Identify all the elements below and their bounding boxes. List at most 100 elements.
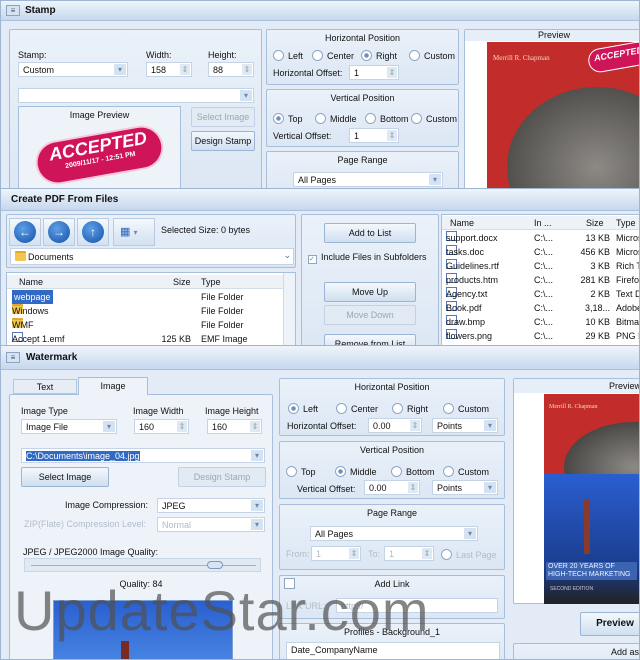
radio-left[interactable]: Left [273, 50, 303, 61]
quality-slider[interactable] [24, 558, 261, 572]
from-input[interactable]: 1 [311, 546, 361, 561]
image-height-input[interactable]: 160 [207, 419, 262, 434]
select-image-button[interactable]: Select Image [21, 467, 109, 487]
horizontal-position-group: Horizontal Position Left Center Right Cu… [279, 378, 505, 436]
window-menu-icon[interactable]: ≡ [6, 5, 20, 16]
window-menu-icon[interactable]: ≡ [6, 352, 20, 363]
book-cover-preview: Merrill R. Chapman ACCEPTED [487, 42, 639, 189]
bridge-tower [121, 641, 129, 659]
radio-right[interactable]: Right [392, 403, 428, 414]
radio-top[interactable]: Top [273, 113, 303, 124]
file-row[interactable]: Windows File Folder [7, 304, 295, 318]
stamp-path-input[interactable] [18, 88, 254, 103]
column-header-type[interactable]: Type [201, 275, 221, 289]
width-input[interactable]: 158 [146, 62, 192, 77]
radio-top[interactable]: Top [286, 466, 316, 477]
column-header-size[interactable]: Size [586, 216, 604, 230]
window-title: Create PDF From Files [11, 194, 119, 205]
radio-custom[interactable]: Custom [411, 113, 457, 124]
image-type-select[interactable]: Image File [21, 419, 117, 434]
radio-middle[interactable]: Middle [335, 466, 377, 477]
file-name: Agency.txt [446, 289, 488, 299]
column-header-in[interactable]: In ... [534, 216, 552, 230]
include-subfolders-checkbox[interactable]: ✓ Include Files in Subfolders [308, 252, 427, 264]
file-location: C:\... [534, 317, 554, 327]
group-title: Add as [610, 647, 639, 657]
list-row[interactable]: flowers.png C:\... 29 KB PNG In [442, 329, 639, 343]
watermark-title-bar: ≡ Watermark [1, 346, 639, 370]
file-size: 456 KB [580, 247, 610, 257]
file-type: Micros [616, 233, 640, 243]
design-stamp-button[interactable]: Design Stamp [191, 131, 255, 151]
file-name: Windows [12, 306, 49, 316]
list-row[interactable]: Agency.txt C:\... 2 KB Text D [442, 287, 639, 301]
horizontal-unit-select[interactable]: Points [432, 418, 498, 433]
horizontal-offset-input[interactable]: 0.00 [368, 418, 422, 433]
vertical-offset-label: Vertical Offset: [273, 131, 332, 141]
file-row[interactable]: Accept 1.emf 125 KB EMF Image [7, 332, 295, 346]
image-compression-select[interactable]: JPEG [157, 498, 265, 513]
tab-text[interactable]: Text [13, 379, 77, 394]
horizontal-offset-input[interactable]: 1 [349, 65, 399, 80]
profiles-list[interactable]: Date_CompanyName [286, 642, 500, 659]
file-list-scrollbar[interactable] [283, 273, 295, 347]
move-down-button[interactable]: Move Down [324, 305, 416, 325]
column-header-name[interactable]: Name [450, 216, 474, 230]
page-range-group: Page Range All Pages [266, 151, 459, 189]
folder-select[interactable]: Documents ⌄ [10, 248, 294, 265]
radio-bottom[interactable]: Bottom [391, 466, 435, 477]
select-image-button[interactable]: Select Image [191, 107, 255, 127]
checkbox-checked-icon: ✓ [308, 255, 317, 264]
preview-button[interactable]: Preview [580, 612, 639, 636]
vertical-offset-input[interactable]: 0.00 [364, 480, 420, 495]
move-up-button[interactable]: Move Up [324, 282, 416, 302]
radio-right[interactable]: Right [361, 50, 397, 61]
radio-custom[interactable]: Custom [409, 50, 455, 61]
image-width-label: Image Width [133, 406, 184, 416]
radio-custom[interactable]: Custom [443, 466, 489, 477]
vertical-offset-input[interactable]: 1 [349, 128, 399, 143]
browser-toolbar: ← → ↑ ▦ ▾ Selected Size: 0 bytes Documen… [6, 214, 296, 268]
image-path-input[interactable]: C:\Documents\image_04.jpg [21, 448, 265, 463]
file-row[interactable]: webpage File Folder [7, 290, 295, 304]
radio-bottom[interactable]: Bottom [365, 113, 409, 124]
view-mode-button[interactable]: ▦ ▾ [113, 218, 155, 246]
back-arrow-icon: ← [14, 221, 36, 243]
height-input[interactable]: 88 [208, 62, 254, 77]
page-range-select[interactable]: All Pages [293, 172, 443, 187]
stamp-select[interactable]: Custom [18, 62, 128, 77]
list-row[interactable]: Book.pdf C:\... 3,18... Adobe [442, 301, 639, 315]
page-range-select[interactable]: All Pages [310, 526, 478, 541]
profile-item[interactable]: Date_CompanyName [291, 645, 495, 655]
radio-middle[interactable]: Middle [315, 113, 357, 124]
list-row[interactable]: Guidelines.rtf C:\... 3 KB Rich Te [442, 259, 639, 273]
radio-center[interactable]: Center [312, 50, 354, 61]
vertical-unit-select[interactable]: Points [432, 480, 498, 495]
image-width-input[interactable]: 160 [134, 419, 189, 434]
tab-image[interactable]: Image [78, 377, 148, 395]
add-to-list-button[interactable]: Add to List [324, 223, 416, 243]
column-header-name[interactable]: Name [19, 275, 43, 289]
column-header-size[interactable]: Size [173, 275, 191, 289]
slider-thumb[interactable] [206, 561, 223, 569]
radio-left[interactable]: Left [288, 403, 318, 414]
forward-button[interactable]: → [43, 218, 75, 246]
file-name: Guidelines.rtf [446, 261, 500, 271]
radio-custom[interactable]: Custom [443, 403, 489, 414]
back-button[interactable]: ← [9, 218, 41, 246]
last-page-checkbox[interactable]: Last Page [441, 549, 497, 560]
up-folder-button[interactable]: ↑ [77, 218, 109, 246]
height-label: Height: [208, 50, 237, 60]
radio-center[interactable]: Center [336, 403, 378, 414]
chevron-down-icon: ▾ [133, 228, 138, 237]
zip-compression-select[interactable]: Normal [157, 517, 265, 532]
file-row[interactable]: WMF File Folder [7, 318, 295, 332]
list-row[interactable]: support.docx C:\... 13 KB Micros [442, 231, 640, 245]
column-header-type[interactable]: Type [616, 216, 636, 230]
list-row[interactable]: tasks.doc C:\... 456 KB Micros [442, 245, 639, 259]
preview-panel: Preview Merrill R. Chapman ACCEPTED [464, 29, 639, 189]
list-row[interactable]: draw.bmp C:\... 10 KB Bitmap [442, 315, 639, 329]
to-input[interactable]: 1 [384, 546, 434, 561]
list-row[interactable]: products.htm C:\... 281 KB Firefox [442, 273, 639, 287]
design-stamp-button[interactable]: Design Stamp [178, 467, 266, 487]
